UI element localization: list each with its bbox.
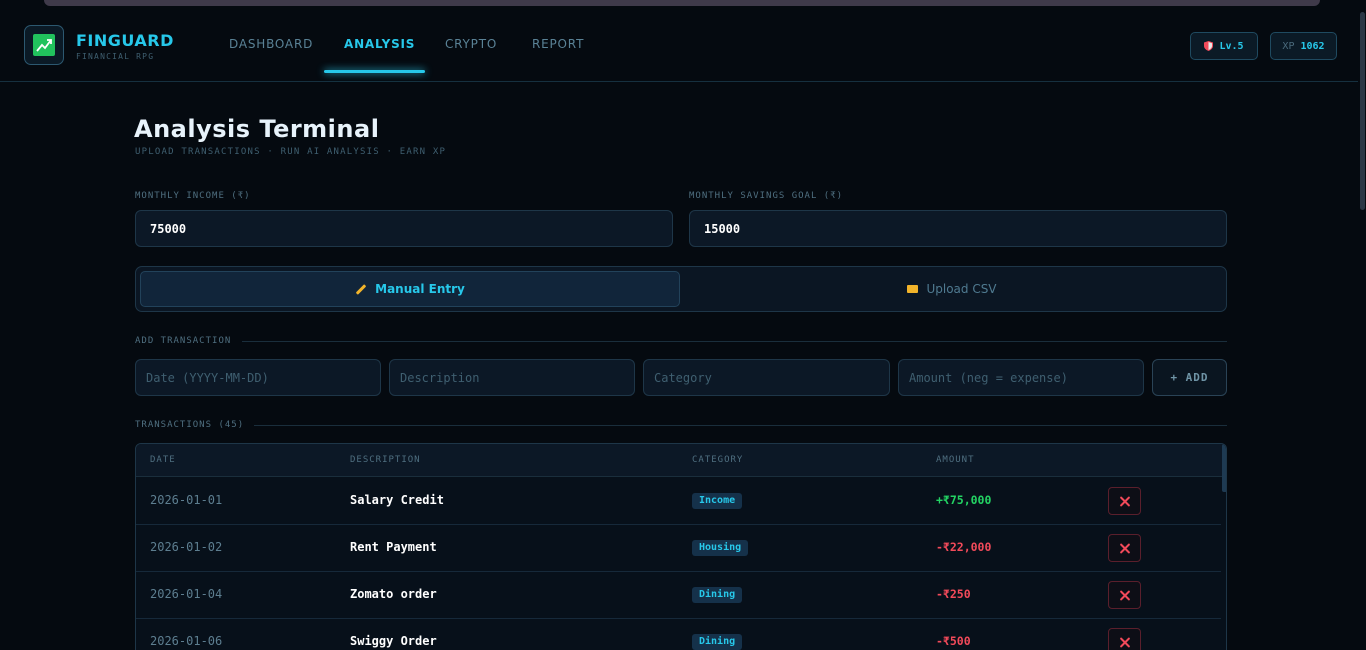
- row-amount: -₹22,000: [936, 540, 992, 554]
- table-scrollbar-thumb[interactable]: [1222, 444, 1226, 492]
- browser-top-strip: [0, 0, 1366, 9]
- chart-up-icon: [33, 34, 55, 56]
- category-badge: Dining: [692, 587, 743, 603]
- category-input[interactable]: [643, 359, 890, 396]
- delete-row-button[interactable]: [1108, 534, 1141, 562]
- brand-name: FINGUARD: [76, 31, 174, 50]
- level-value: Lv.5: [1219, 40, 1244, 52]
- nav-analysis[interactable]: ANALYSIS: [344, 37, 415, 51]
- row-date: 2026-01-04: [150, 587, 223, 601]
- active-tab-indicator: [324, 70, 425, 73]
- income-label: MONTHLY INCOME (₹): [135, 191, 251, 201]
- category-badge: Dining: [692, 634, 743, 650]
- add-transaction-button[interactable]: + ADD: [1152, 359, 1227, 396]
- logo[interactable]: [24, 25, 64, 65]
- income-input[interactable]: [135, 210, 673, 247]
- row-amount: -₹250: [936, 587, 971, 601]
- table-row: 2026-01-06 Swiggy Order Dining -₹500: [136, 619, 1221, 650]
- table-row: 2026-01-02 Rent Payment Housing -₹22,000: [136, 525, 1221, 572]
- xp-badge[interactable]: XP 1062: [1270, 32, 1337, 60]
- row-date: 2026-01-06: [150, 634, 223, 648]
- upload-csv-tab[interactable]: Upload CSV: [682, 271, 1222, 307]
- row-description: Salary Credit: [350, 493, 444, 507]
- pencil-icon: [355, 283, 367, 295]
- close-icon: [1119, 496, 1130, 507]
- category-badge: Housing: [692, 540, 749, 556]
- column-header-amount: AMOUNT: [936, 455, 975, 465]
- close-icon: [1119, 543, 1130, 554]
- nav-dashboard[interactable]: DASHBOARD: [229, 37, 313, 51]
- add-transaction-heading: ADD TRANSACTION: [135, 336, 232, 346]
- page-title: Analysis Terminal: [134, 115, 380, 143]
- close-icon: [1119, 637, 1130, 648]
- table-row: 2026-01-04 Zomato order Dining -₹250: [136, 572, 1221, 619]
- shield-icon: [1204, 41, 1214, 51]
- level-badge[interactable]: Lv.5: [1190, 32, 1258, 60]
- app-header: FINGUARD FINANCIAL RPG DASHBOARD ANALYSI…: [0, 9, 1366, 82]
- manual-entry-label: Manual Entry: [375, 282, 465, 296]
- description-input[interactable]: [389, 359, 635, 396]
- entry-mode-toggle: Manual Entry Upload CSV: [135, 266, 1227, 312]
- savings-goal-input[interactable]: [689, 210, 1227, 247]
- row-date: 2026-01-02: [150, 540, 223, 554]
- transactions-heading: TRANSACTIONS (45): [135, 420, 245, 430]
- top-bar-edge: [44, 0, 1320, 6]
- column-header-description: DESCRIPTION: [350, 455, 421, 465]
- transactions-table: DATE DESCRIPTION CATEGORY AMOUNT 2026-01…: [135, 443, 1227, 650]
- delete-row-button[interactable]: [1108, 581, 1141, 609]
- page-subtitle: UPLOAD TRANSACTIONS · RUN AI ANALYSIS · …: [135, 147, 447, 157]
- brand-subtitle: FINANCIAL RPG: [76, 52, 155, 61]
- category-badge: Income: [692, 493, 743, 509]
- delete-row-button[interactable]: [1108, 487, 1141, 515]
- section-divider: [242, 341, 1227, 342]
- row-description: Zomato order: [350, 587, 437, 601]
- row-date: 2026-01-01: [150, 493, 223, 507]
- column-header-date: DATE: [150, 455, 176, 465]
- table-header: DATE DESCRIPTION CATEGORY AMOUNT: [136, 444, 1226, 477]
- xp-label: XP: [1282, 40, 1295, 52]
- row-description: Swiggy Order: [350, 634, 437, 648]
- table-row: 2026-01-01 Salary Credit Income +₹75,000: [136, 478, 1221, 525]
- page-scrollbar-thumb[interactable]: [1360, 12, 1365, 210]
- row-description: Rent Payment: [350, 540, 437, 554]
- row-amount: -₹500: [936, 634, 971, 648]
- section-divider: [254, 425, 1227, 426]
- folder-icon: [907, 285, 919, 293]
- amount-input[interactable]: [898, 359, 1144, 396]
- nav-crypto[interactable]: CRYPTO: [445, 37, 497, 51]
- close-icon: [1119, 590, 1130, 601]
- xp-value: 1062: [1300, 40, 1325, 52]
- manual-entry-tab[interactable]: Manual Entry: [140, 271, 680, 307]
- column-header-category: CATEGORY: [692, 455, 744, 465]
- upload-csv-label: Upload CSV: [926, 282, 997, 296]
- savings-goal-label: MONTHLY SAVINGS GOAL (₹): [689, 191, 844, 201]
- date-input[interactable]: [135, 359, 381, 396]
- row-amount: +₹75,000: [936, 493, 992, 507]
- delete-row-button[interactable]: [1108, 628, 1141, 650]
- nav-report[interactable]: REPORT: [532, 37, 584, 51]
